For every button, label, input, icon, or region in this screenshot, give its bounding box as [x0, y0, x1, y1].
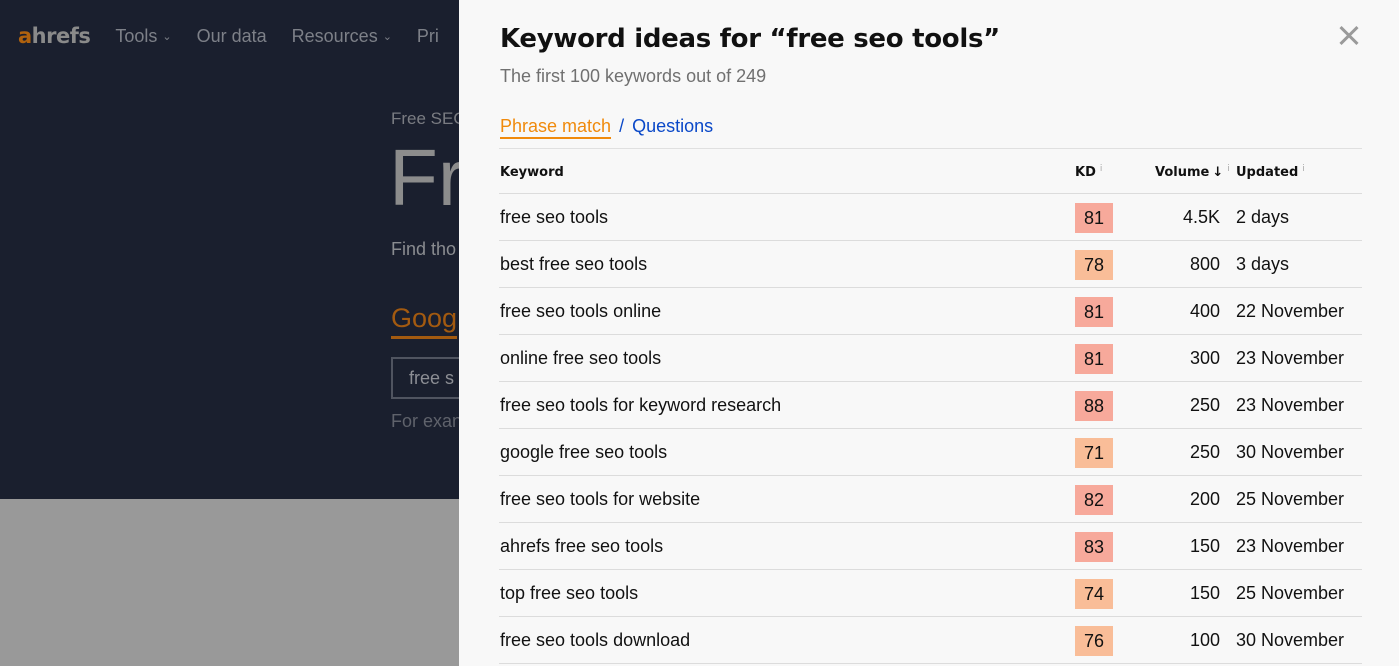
table-row: free seo tools online 81 400 22 November: [499, 288, 1362, 335]
updated-cell: 23 November: [1236, 536, 1345, 556]
volume-cell: 250: [1189, 395, 1220, 415]
close-icon[interactable]: [1335, 22, 1363, 50]
keyword-cell[interactable]: free seo tools: [500, 207, 608, 228]
updated-cell: 2 days: [1236, 207, 1290, 227]
nav-item-our-data[interactable]: Our data: [197, 26, 267, 47]
keyword-ideas-modal: Keyword ideas for “free seo tools” The f…: [459, 0, 1399, 666]
nav-item-resources[interactable]: Resources ⌄: [292, 26, 392, 47]
column-header-kd: KD i: [1075, 164, 1103, 180]
volume-cell: 200: [1189, 489, 1220, 509]
chevron-down-icon: ⌄: [382, 30, 392, 43]
table-row: free seo tools for website 82 200 25 Novemb…: [499, 476, 1362, 523]
table-body: free seo tools 81 4.5K 2 days best free seo …: [499, 194, 1362, 664]
info-icon[interactable]: i: [1227, 164, 1230, 174]
hero-subtitle: Find tho: [391, 239, 457, 259]
chevron-down-icon: ⌄: [162, 30, 172, 43]
keyword-cell[interactable]: free seo tools for website: [500, 489, 700, 510]
keyword-cell[interactable]: best free seo tools: [500, 254, 647, 275]
updated-cell: 23 November: [1236, 395, 1345, 415]
keyword-cell[interactable]: ahrefs free seo tools: [500, 536, 663, 557]
match-type-tabs: Phrase match / Questions: [500, 116, 713, 139]
kd-badge: 83: [1075, 532, 1113, 562]
nav-item-pricing[interactable]: Pri: [417, 26, 439, 47]
table-row: online free seo tools 81 300 23 November: [499, 335, 1362, 382]
keywords-table: Keyword KD i Volume ↓ i Updated i free seo t…: [499, 148, 1362, 664]
info-icon[interactable]: i: [1100, 164, 1103, 174]
volume-cell: 800: [1189, 254, 1220, 274]
updated-cell: 3 days: [1236, 254, 1290, 274]
hero-title: Fr: [389, 133, 465, 222]
hero-eyebrow: Free SEO: [391, 109, 467, 128]
volume-cell: 300: [1189, 348, 1220, 368]
kd-badge: 82: [1075, 485, 1113, 515]
tab-questions[interactable]: Questions: [632, 116, 713, 137]
table-header: Keyword KD i Volume ↓ i Updated i: [499, 149, 1362, 194]
kd-badge: 74: [1075, 579, 1113, 609]
table-row: ahrefs free seo tools 83 150 23 November: [499, 523, 1362, 570]
table-row: free seo tools for keyword research 88 250…: [499, 382, 1362, 429]
nav-item-tools[interactable]: Tools ⌄: [115, 26, 171, 47]
sort-down-icon: ↓: [1212, 165, 1224, 180]
keyword-cell[interactable]: top free seo tools: [500, 583, 638, 604]
modal-subtitle: The first 100 keywords out of 249: [500, 66, 767, 86]
volume-cell: 400: [1189, 301, 1220, 321]
column-header-updated: Updated i: [1236, 164, 1305, 180]
kd-badge: 81: [1075, 344, 1113, 374]
keyword-cell[interactable]: free seo tools online: [500, 301, 661, 322]
kd-badge: 76: [1075, 626, 1113, 656]
updated-cell: 30 November: [1236, 630, 1345, 650]
top-nav: ahrefs Tools ⌄ Our data Resources ⌄ Pri: [18, 20, 464, 52]
tab-separator: /: [619, 116, 625, 136]
volume-cell: 150: [1189, 583, 1220, 603]
volume-cell: 100: [1189, 630, 1220, 650]
column-header-keyword: Keyword: [500, 165, 564, 180]
kd-badge: 71: [1075, 438, 1113, 468]
table-row: top free seo tools 74 150 25 November: [499, 570, 1362, 617]
table-row: google free seo tools 71 250 30 November: [499, 429, 1362, 476]
kd-badge: 81: [1075, 203, 1113, 233]
updated-cell: 22 November: [1236, 301, 1345, 321]
updated-cell: 25 November: [1236, 583, 1345, 603]
volume-cell: 4.5K: [1182, 207, 1220, 227]
hero-tab-google[interactable]: Goog: [391, 303, 458, 339]
volume-cell: 150: [1189, 536, 1220, 556]
kd-badge: 81: [1075, 297, 1113, 327]
kd-badge: 88: [1075, 391, 1113, 421]
tab-phrase-match[interactable]: Phrase match: [500, 116, 612, 139]
keyword-cell[interactable]: free seo tools for keyword research: [500, 395, 781, 416]
table-row: best free seo tools 78 800 3 days: [499, 241, 1362, 288]
modal-title: Keyword ideas for “free seo tools”: [500, 24, 1000, 54]
keyword-cell[interactable]: google free seo tools: [500, 442, 667, 463]
keyword-cell[interactable]: free seo tools download: [500, 630, 690, 651]
updated-cell: 23 November: [1236, 348, 1345, 368]
column-header-volume[interactable]: Volume ↓ i: [1155, 164, 1230, 180]
updated-cell: 30 November: [1236, 442, 1345, 462]
volume-cell: 250: [1189, 442, 1220, 462]
info-icon[interactable]: i: [1302, 164, 1305, 174]
keyword-cell[interactable]: online free seo tools: [500, 348, 661, 369]
hero-example-text: For exan: [391, 411, 463, 431]
kd-badge: 78: [1075, 250, 1113, 280]
table-row: free seo tools download 76 100 30 November: [499, 617, 1362, 664]
table-row: free seo tools 81 4.5K 2 days: [499, 194, 1362, 241]
ahrefs-logo[interactable]: ahrefs: [18, 24, 91, 48]
updated-cell: 25 November: [1236, 489, 1345, 509]
